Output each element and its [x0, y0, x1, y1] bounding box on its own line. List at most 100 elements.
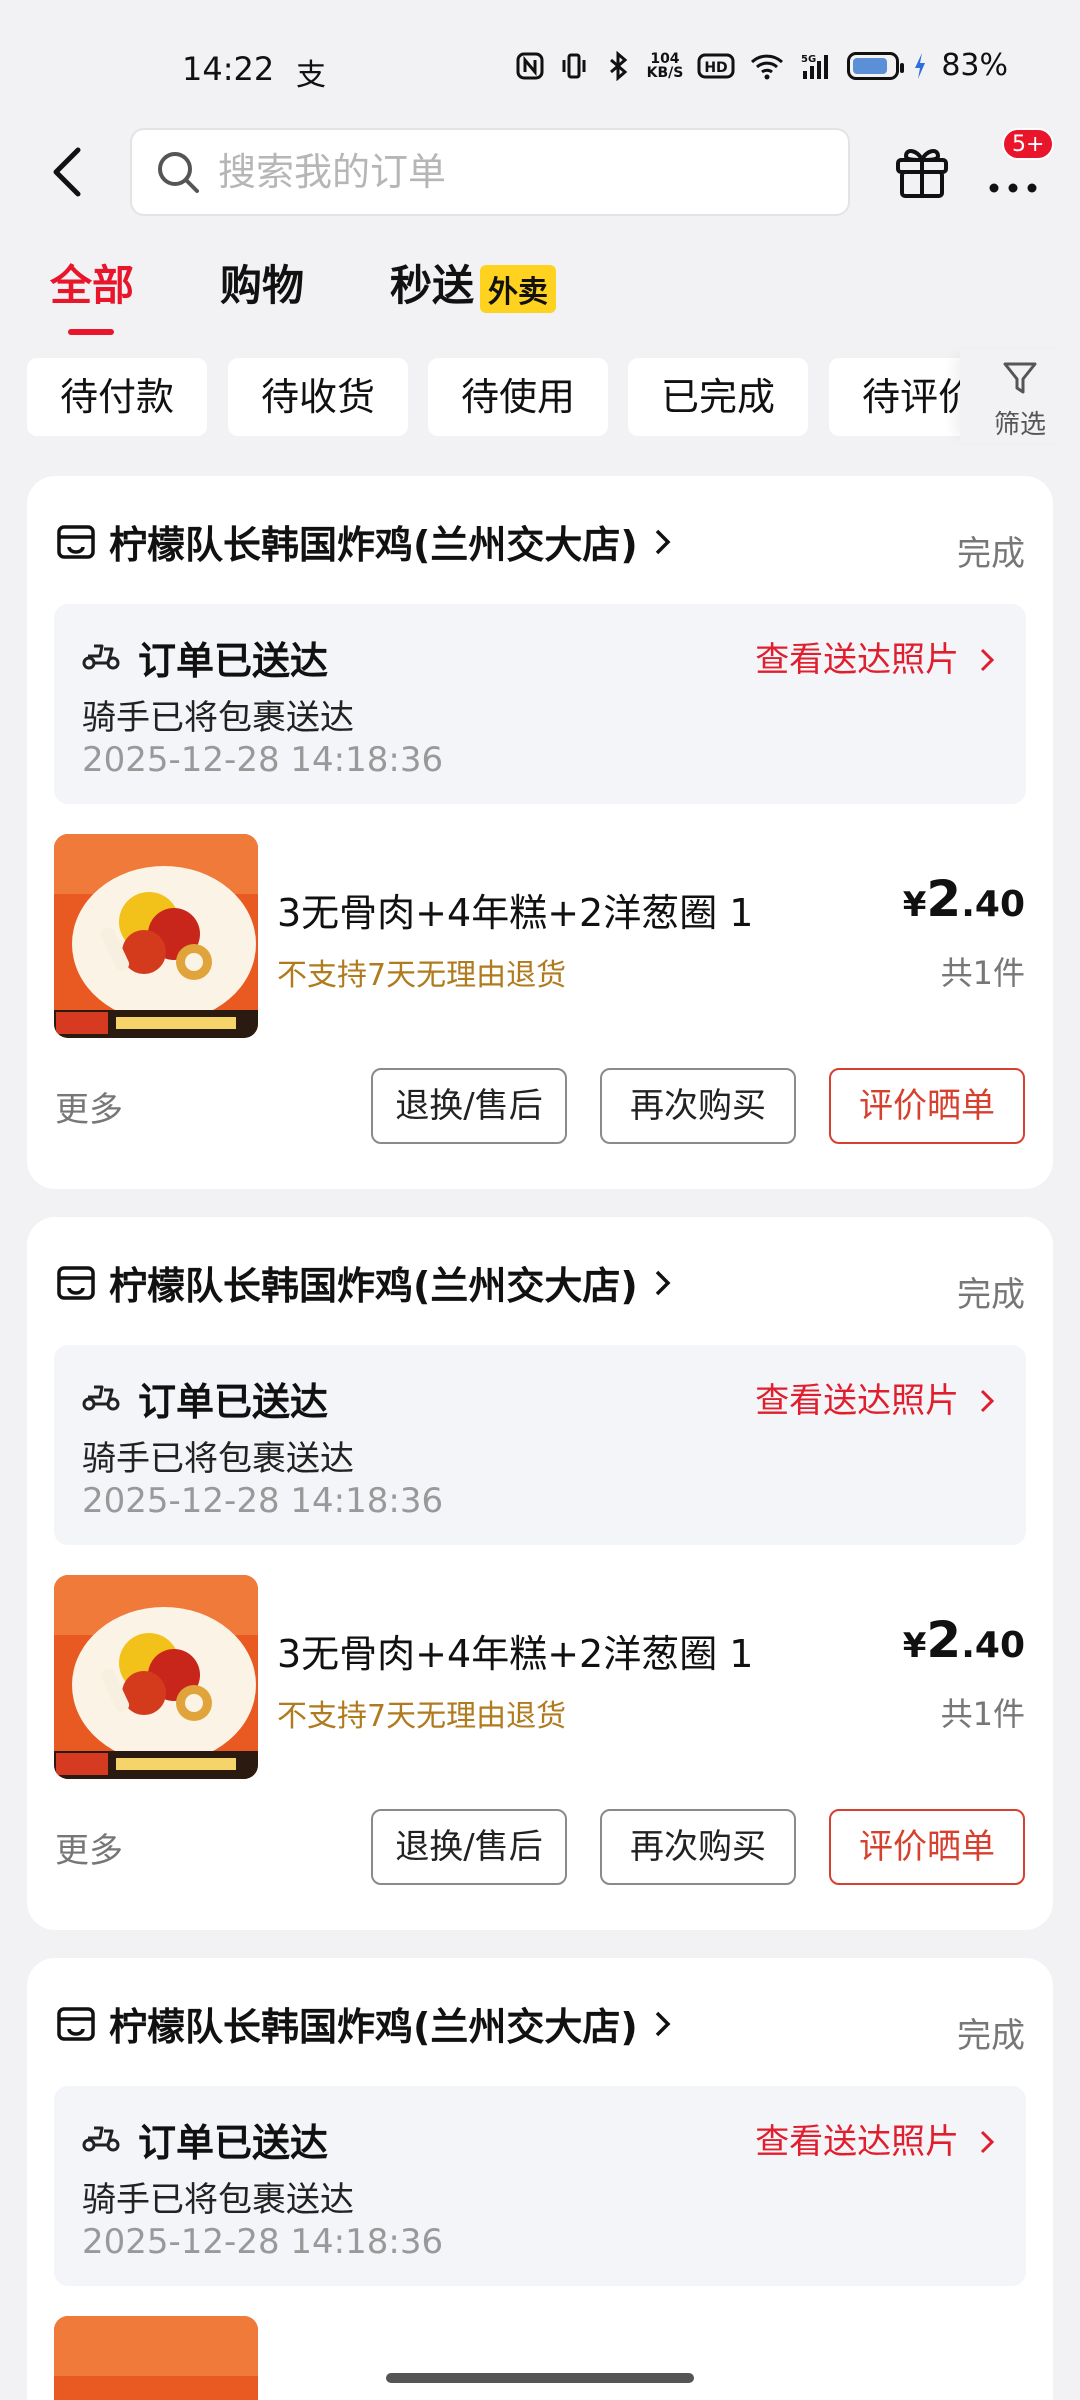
item-count: 共1件	[940, 1695, 1025, 1733]
chevron-right-icon	[980, 1389, 995, 1413]
charging-icon	[915, 52, 926, 79]
return-aftersale-button[interactable]: 退换/售后	[371, 1809, 567, 1885]
main-tabs: 全部 购物 秒送 外卖	[50, 252, 642, 335]
search-input[interactable]	[218, 150, 818, 194]
price-integer: 2	[926, 870, 962, 928]
battery-percent: 83%	[941, 48, 1008, 83]
view-delivery-photo-link[interactable]: 查看送达照片	[755, 1373, 996, 1422]
chevron-right-icon	[980, 648, 995, 672]
price-currency: ¥	[902, 1626, 927, 1666]
order-card[interactable]: 柠檬队长韩国炸鸡(兰州交大店) 完成 订单已送达 查看送达照片 骑手已将包裹送达…	[27, 1217, 1053, 1930]
view-delivery-photo-link[interactable]: 查看送达照片	[755, 632, 996, 681]
scooter-icon	[82, 2126, 120, 2152]
header	[0, 128, 1080, 218]
price-decimal: .40	[961, 1625, 1025, 1666]
status-time: 14:22	[182, 50, 275, 88]
return-policy-note: 不支持7天无理由退货	[277, 1699, 567, 1734]
product-image[interactable]	[54, 834, 258, 1038]
order-card[interactable]: 柠檬队长韩国炸鸡(兰州交大店) 完成 订单已送达 查看送达照片 骑手已将包裹送达…	[27, 1958, 1053, 2400]
more-link[interactable]: 更多	[55, 1823, 123, 1872]
product-title[interactable]: 3无骨肉+4年糕+2洋葱圈 1	[277, 882, 753, 937]
status-bar: 14:22 支 104 KB/S HD 5G 83%	[0, 0, 1080, 130]
store-name: 柠檬队长韩国炸鸡(兰州交大店)	[109, 2005, 638, 2049]
vibrate-icon	[562, 53, 586, 78]
hd-icon: HD	[697, 53, 735, 78]
price: ¥2.40	[903, 1611, 1025, 1669]
delivered-time: 2025-12-28 14:18:36	[82, 1481, 444, 1521]
scooter-icon	[82, 1385, 120, 1411]
home-indicator[interactable]	[386, 2373, 694, 2383]
product-title[interactable]: 3无骨肉+4年糕+2洋葱圈 1	[277, 1623, 753, 1678]
review-button[interactable]: 评价晒单	[829, 1068, 1025, 1144]
tab-all[interactable]: 全部	[50, 252, 134, 335]
order-status: 完成	[957, 1275, 1025, 1315]
buy-again-button[interactable]: 再次购买	[600, 1809, 796, 1885]
chip-pending-payment[interactable]: 待付款	[27, 358, 207, 436]
tab-shopping[interactable]: 购物	[220, 252, 304, 313]
chevron-right-icon	[980, 2130, 995, 2154]
chip-pending-receipt[interactable]: 待收货	[228, 358, 408, 436]
buy-again-button[interactable]: 再次购买	[600, 1068, 796, 1144]
store-name: 柠檬队长韩国炸鸡(兰州交大店)	[109, 1264, 638, 1308]
svg-text:5G: 5G	[801, 54, 816, 65]
battery-icon	[847, 51, 905, 80]
gift-icon[interactable]	[890, 138, 954, 202]
delivered-title: 订单已送达	[138, 2121, 329, 2165]
chip-completed[interactable]: 已完成	[628, 358, 808, 436]
filter-funnel-icon	[1003, 362, 1037, 394]
store-link[interactable]: 柠檬队长韩国炸鸡(兰州交大店)	[55, 1996, 674, 2051]
order-card[interactable]: 柠檬队长韩国炸鸡(兰州交大店) 完成 订单已送达 查看送达照片 骑手已将包裹送达…	[27, 476, 1053, 1189]
speed-unit: KB/S	[646, 64, 684, 81]
search-icon	[158, 152, 199, 193]
scooter-icon	[82, 644, 120, 670]
more-link[interactable]: 更多	[55, 1082, 123, 1131]
delivered-time: 2025-12-28 14:18:36	[82, 740, 444, 780]
price-decimal: .40	[961, 884, 1025, 925]
signal-5g-icon: 5G	[801, 54, 829, 79]
price: ¥2.40	[903, 870, 1025, 928]
chip-pending-use[interactable]: 待使用	[428, 358, 608, 436]
filter-label: 筛选	[993, 410, 1046, 440]
notification-badge: 5+	[1002, 128, 1055, 160]
product-image[interactable]	[54, 2316, 258, 2400]
store-link[interactable]: 柠檬队长韩国炸鸡(兰州交大店)	[55, 514, 674, 569]
store-icon	[57, 1265, 95, 1300]
order-status: 完成	[957, 2016, 1025, 2056]
back-arrow-icon[interactable]	[40, 142, 100, 202]
search-bar[interactable]	[130, 128, 850, 216]
delivered-subtitle: 骑手已将包裹送达	[82, 698, 354, 738]
store-icon	[57, 524, 95, 559]
delivered-title: 订单已送达	[138, 1380, 329, 1424]
delivered-subtitle: 骑手已将包裹送达	[82, 1439, 354, 1479]
status-icons: 104 KB/S HD 5G 83%	[515, 48, 1008, 83]
filter-button[interactable]: 筛选	[960, 350, 1080, 442]
chevron-right-icon	[655, 529, 671, 554]
store-link[interactable]: 柠檬队长韩国炸鸡(兰州交大店)	[55, 1255, 674, 1310]
product-image[interactable]	[54, 1575, 258, 1779]
view-photo-label: 查看送达照片	[755, 2122, 960, 2162]
delivery-info[interactable]: 订单已送达 查看送达照片 骑手已将包裹送达 2025-12-28 14:18:3…	[54, 604, 1026, 804]
review-button[interactable]: 评价晒单	[829, 1809, 1025, 1885]
network-speed: 104 KB/S	[647, 52, 684, 80]
chevron-right-icon	[655, 1270, 671, 1295]
return-aftersale-button[interactable]: 退换/售后	[371, 1068, 567, 1144]
price-currency: ¥	[902, 885, 927, 925]
return-policy-note: 不支持7天无理由退货	[277, 958, 567, 993]
view-photo-label: 查看送达照片	[755, 640, 960, 680]
delivered-time: 2025-12-28 14:18:36	[82, 2222, 444, 2262]
view-delivery-photo-link[interactable]: 查看送达照片	[755, 2114, 996, 2163]
store-icon	[57, 2006, 95, 2041]
alipay-notification-icon: 支	[296, 58, 326, 93]
bluetooth-icon	[609, 50, 627, 81]
tab-instant-label: 秒送	[390, 261, 475, 310]
svg-text:HD: HD	[705, 60, 728, 76]
delivery-info[interactable]: 订单已送达 查看送达照片 骑手已将包裹送达 2025-12-28 14:18:3…	[54, 2086, 1026, 2286]
tab-instant-delivery[interactable]: 秒送 外卖	[390, 252, 557, 313]
view-photo-label: 查看送达照片	[755, 1381, 960, 1421]
nfc-icon	[516, 52, 544, 79]
delivered-title: 订单已送达	[138, 639, 329, 683]
order-status: 完成	[957, 534, 1025, 574]
status-chips: 待付款 待收货 待使用 已完成 待评价	[27, 358, 1080, 436]
delivered-subtitle: 骑手已将包裹送达	[82, 2180, 354, 2220]
delivery-info[interactable]: 订单已送达 查看送达照片 骑手已将包裹送达 2025-12-28 14:18:3…	[54, 1345, 1026, 1545]
